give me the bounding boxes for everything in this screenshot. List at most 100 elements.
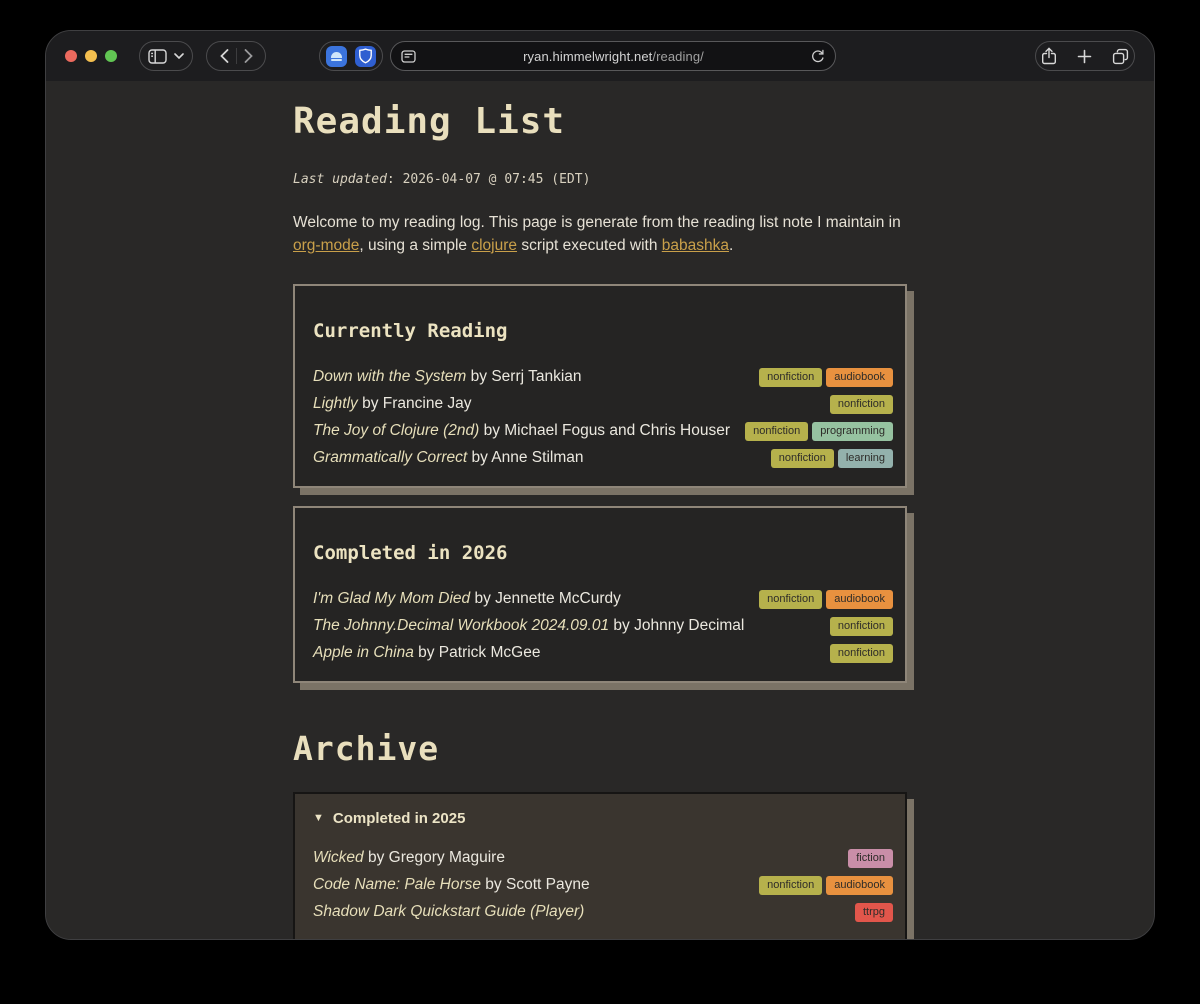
tag-badge: nonfiction [745,422,808,441]
intro-link[interactable]: clojure [471,237,517,254]
last-updated-label: Last updated [293,172,387,187]
back-icon[interactable] [220,49,229,63]
intro-paragraph: Welcome to my reading log. This page is … [293,212,907,258]
tag-group: nonfictionaudiobook [759,368,893,387]
book-title: Wicked [313,849,364,866]
tab-overview-icon[interactable] [1112,48,1129,65]
new-tab-icon[interactable] [1077,49,1092,64]
tag-badge: audiobook [826,368,893,387]
tag-group: nonfictionaudiobook [759,590,893,609]
forward-icon[interactable] [244,49,253,63]
tag-group: ttrpg [855,903,893,922]
book-row: The Joy of Clojure (2nd) by Michael Fogu… [313,418,893,445]
sidebar-icon [148,49,167,64]
last-updated-value: : 2026-04-07 @ 07:45 (EDT) [387,172,591,187]
last-updated: Last updated: 2026-04-07 @ 07:45 (EDT) [293,172,907,187]
book-text: The Joy of Clojure (2nd) by Michael Fogu… [313,422,733,440]
share-icon[interactable] [1041,47,1057,65]
tag-badge: nonfiction [759,368,822,387]
close-window-button[interactable] [65,50,77,62]
zoom-window-button[interactable] [105,50,117,62]
nav-divider [236,48,237,64]
tag-badge: learning [838,449,893,468]
reload-icon[interactable] [811,49,825,64]
intro-link[interactable]: org-mode [293,237,359,254]
book-list: Down with the System by Serrj Tankian non… [313,364,893,472]
book-author: by Michael Fogus and Chris Houser [479,422,730,439]
disclosure-triangle-icon: ▼ [313,812,324,824]
book-author: by Anne Stilman [467,449,583,466]
book-row: Code Name: Pale Horse by Scott Payne nonf… [313,872,893,899]
intro-text: . [729,237,733,254]
browser-toolbar: ryan.himmelwright.net/reading/ [46,31,1154,81]
book-row: Shadow Dark Quickstart Guide (Player) ttr… [313,899,893,926]
book-author: by Johnny Decimal [609,617,744,634]
minimize-window-button[interactable] [85,50,97,62]
book-text: Lightly by Francine Jay [313,395,818,413]
sidebar-toggle-button[interactable] [139,41,193,71]
book-title: Shadow Dark Quickstart Guide (Player) [313,903,584,920]
nav-buttons [206,41,266,71]
tag-badge: nonfiction [830,644,893,663]
tag-group: nonfictionprogramming [745,422,893,441]
tag-badge: nonfiction [759,876,822,895]
tag-badge: nonfiction [771,449,834,468]
book-list: Wicked by Gregory Maguire fiction Code Nam… [313,845,893,926]
book-title: The Joy of Clojure (2nd) [313,422,479,439]
tag-group: nonfiction [830,617,893,636]
book-row: I'm Glad My Mom Died by Jennette McCurdy… [313,586,893,613]
address-bar[interactable]: ryan.himmelwright.net/reading/ [390,41,836,71]
browser-window: ryan.himmelwright.net/reading/ [45,30,1155,940]
tag-group: nonfiction [830,395,893,414]
book-text: Code Name: Pale Horse by Scott Payne [313,876,747,894]
tag-group: nonfiction [830,644,893,663]
tag-badge: nonfiction [759,590,822,609]
book-author: by Scott Payne [481,876,590,893]
book-title: Code Name: Pale Horse [313,876,481,893]
page-title: Reading List [293,101,907,142]
book-title: Down with the System [313,368,466,385]
bitwarden-shield-icon[interactable] [355,46,376,67]
book-title: Grammatically Correct [313,449,467,466]
tag-badge: audiobook [826,590,893,609]
book-author: by Gregory Maguire [364,849,505,866]
completed-2026-box: Completed in 2026 I'm Glad My Mom Died b… [293,506,907,683]
section-title: Completed in 2026 [313,542,893,564]
book-row: Down with the System by Serrj Tankian non… [313,364,893,391]
tag-group: nonfictionaudiobook [759,876,893,895]
section-title: Currently Reading [313,320,893,342]
completed-2025-summary[interactable]: ▼ Completed in 2025 [313,810,893,827]
traffic-lights [65,50,117,62]
intro-link[interactable]: babashka [662,237,729,254]
intro-text: Welcome to my reading log. This page is … [293,214,901,231]
dome-extension-icon[interactable] [326,46,347,67]
tag-badge: ttrpg [855,903,893,922]
url-text: ryan.himmelwright.net/reading/ [416,49,811,64]
intro-text: script executed with [517,237,662,254]
book-row: The Johnny.Decimal Workbook 2024.09.01 b… [313,613,893,640]
tag-badge: fiction [848,849,893,868]
url-domain: ryan.himmelwright.net [523,49,652,64]
book-text: Wicked by Gregory Maguire [313,849,836,867]
book-row: Grammatically Correct by Anne Stilman non… [313,445,893,472]
intro-text: , using a simple [359,237,471,254]
book-author: by Francine Jay [358,395,472,412]
book-text: Apple in China by Patrick McGee [313,644,818,662]
book-title: Apple in China [313,644,414,661]
tag-badge: nonfiction [830,395,893,414]
reader-icon[interactable] [401,50,416,63]
book-title: Lightly [313,395,358,412]
extensions-group [319,41,383,71]
book-author: by Serrj Tankian [466,368,581,385]
book-title: The Johnny.Decimal Workbook 2024.09.01 [313,617,609,634]
tag-group: fiction [848,849,893,868]
chevron-down-icon [174,53,184,59]
book-list: I'm Glad My Mom Died by Jennette McCurdy… [313,586,893,667]
book-title: I'm Glad My Mom Died [313,590,470,607]
tag-badge: programming [812,422,893,441]
book-author: by Patrick McGee [414,644,541,661]
page-content: Reading List Last updated: 2026-04-07 @ … [46,81,1154,939]
book-text: I'm Glad My Mom Died by Jennette McCurdy [313,590,747,608]
tag-badge: nonfiction [830,617,893,636]
book-text: Down with the System by Serrj Tankian [313,368,747,386]
